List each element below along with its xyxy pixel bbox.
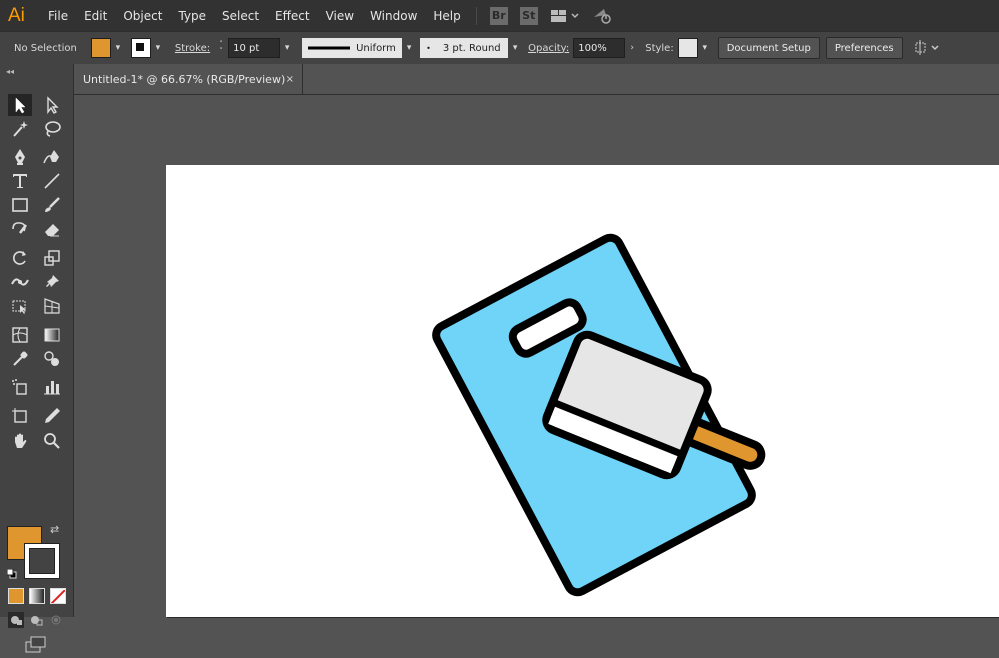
shape-builder-tool-icon[interactable] <box>40 348 64 370</box>
profile-dropdown-icon[interactable]: ▾ <box>402 38 416 58</box>
stroke-line-icon <box>308 46 351 50</box>
mesh-tool-icon[interactable] <box>8 324 32 346</box>
type-tool-icon[interactable] <box>8 170 32 192</box>
rectangle-tool-icon[interactable] <box>8 194 32 216</box>
gradient-mode-button[interactable] <box>29 588 45 604</box>
brush-label: 3 pt. Round <box>442 42 501 54</box>
draw-inside-icon[interactable] <box>48 612 64 628</box>
menu-window[interactable]: Window <box>362 9 425 23</box>
line-segment-tool-icon[interactable] <box>40 170 64 192</box>
document-tab-bar: Untitled-1* @ 66.67% (RGB/Preview) × <box>74 64 999 95</box>
menu-view[interactable]: View <box>318 9 362 23</box>
stroke-dropdown-icon[interactable]: ▾ <box>151 38 165 58</box>
tools-panel: ◂◂ ⇄ <box>0 64 74 653</box>
default-fill-stroke-icon[interactable] <box>6 564 17 579</box>
rotate-tool-icon[interactable] <box>8 247 32 269</box>
stroke-profile-label: Uniform <box>356 42 396 54</box>
collapse-panel-icon[interactable]: ◂◂ <box>6 67 14 76</box>
shaper-tool-icon[interactable] <box>8 218 32 240</box>
arrange-documents-icon[interactable] <box>550 8 580 24</box>
change-screen-mode-icon[interactable] <box>25 636 47 654</box>
puppet-warp-tool-icon[interactable] <box>40 271 64 293</box>
preferences-button[interactable]: Preferences <box>825 37 903 59</box>
variable-width-profile[interactable]: Uniform <box>302 38 403 58</box>
stock-button[interactable]: St <box>519 6 538 25</box>
swap-fill-stroke-icon[interactable]: ⇄ <box>50 523 59 536</box>
menu-object[interactable]: Object <box>115 9 170 23</box>
lasso-tool-icon[interactable] <box>40 118 64 140</box>
paintbrush-tool-icon[interactable] <box>40 194 64 216</box>
fill-dropdown-icon[interactable]: ▾ <box>111 38 125 58</box>
graphic-style-swatch[interactable] <box>677 38 698 58</box>
close-tab-icon[interactable]: × <box>286 74 294 85</box>
brush-dropdown-icon[interactable]: ▾ <box>508 38 522 58</box>
artboard-tool-icon[interactable] <box>8 405 32 427</box>
document-tab-title: Untitled-1* @ 66.67% (RGB/Preview) <box>83 72 286 86</box>
control-bar: No Selection ▾ ▾ Stroke: ˄ ˅ 10 pt ▾ Unif… <box>0 31 999 65</box>
stroke-label[interactable]: Stroke: <box>175 43 210 54</box>
draw-behind-icon[interactable] <box>28 612 44 628</box>
stroke-weight-dropdown-icon[interactable]: ▾ <box>280 38 294 58</box>
document-tab[interactable]: Untitled-1* @ 66.67% (RGB/Preview) × <box>74 64 303 94</box>
menu-file[interactable]: File <box>40 9 76 23</box>
opacity-input[interactable]: 100% <box>573 38 626 58</box>
fill-swatch[interactable] <box>90 38 111 58</box>
gpu-performance-icon[interactable] <box>592 7 614 25</box>
direct-selection-tool-icon[interactable] <box>40 94 64 116</box>
perspective-grid-tool-icon[interactable] <box>40 295 64 317</box>
symbol-sprayer-tool-icon[interactable] <box>8 376 32 398</box>
menu-select[interactable]: Select <box>214 9 267 23</box>
menu-separator <box>475 6 477 25</box>
column-graph-tool-icon[interactable] <box>40 376 64 398</box>
style-dropdown-icon[interactable]: ▾ <box>698 38 712 58</box>
free-transform-tool-icon[interactable] <box>8 295 32 317</box>
menu-help[interactable]: Help <box>425 9 468 23</box>
brush-dot-icon: • <box>426 43 431 53</box>
scale-tool-icon[interactable] <box>40 247 64 269</box>
opacity-arrow-icon[interactable]: › <box>625 38 639 58</box>
transform-options-icon[interactable] <box>913 40 941 56</box>
curvature-tool-icon[interactable] <box>40 146 64 168</box>
width-tool-icon[interactable] <box>8 271 32 293</box>
menu-type[interactable]: Type <box>170 9 214 23</box>
slice-tool-icon[interactable] <box>40 405 64 427</box>
color-mode-button[interactable] <box>8 588 24 604</box>
hand-tool-icon[interactable] <box>8 430 32 452</box>
menu-effect[interactable]: Effect <box>267 9 318 23</box>
pen-tool-icon[interactable] <box>8 146 32 168</box>
eyedropper-tool-icon[interactable] <box>8 348 32 370</box>
stroke-swatch[interactable] <box>130 38 151 58</box>
eraser-tool-icon[interactable] <box>40 218 64 240</box>
bridge-button[interactable]: Br <box>489 6 508 25</box>
menu-bar: Ai File Edit Object Type Select Effect V… <box>0 0 999 31</box>
magic-wand-tool-icon[interactable] <box>8 118 32 140</box>
draw-normal-icon[interactable] <box>8 612 24 628</box>
illustrator-logo: Ai <box>8 4 25 26</box>
style-label: Style: <box>645 42 674 54</box>
zoom-tool-icon[interactable] <box>40 430 64 452</box>
brush-definition[interactable]: • 3 pt. Round <box>420 38 509 58</box>
opacity-label[interactable]: Opacity: <box>528 43 569 54</box>
cutting-board-artwork[interactable] <box>166 165 999 617</box>
gradient-tool-icon[interactable] <box>40 324 64 346</box>
stroke-weight-input[interactable]: 10 pt <box>228 38 281 58</box>
stroke-weight-stepper[interactable]: ˄ ˅ <box>214 38 228 58</box>
artboard[interactable] <box>166 165 999 617</box>
none-mode-button[interactable] <box>50 588 66 604</box>
selection-status: No Selection <box>14 42 77 54</box>
document-setup-button[interactable]: Document Setup <box>717 37 820 59</box>
selection-tool-icon[interactable] <box>8 94 32 116</box>
stroke-color-box[interactable] <box>24 543 60 579</box>
menu-edit[interactable]: Edit <box>76 9 115 23</box>
